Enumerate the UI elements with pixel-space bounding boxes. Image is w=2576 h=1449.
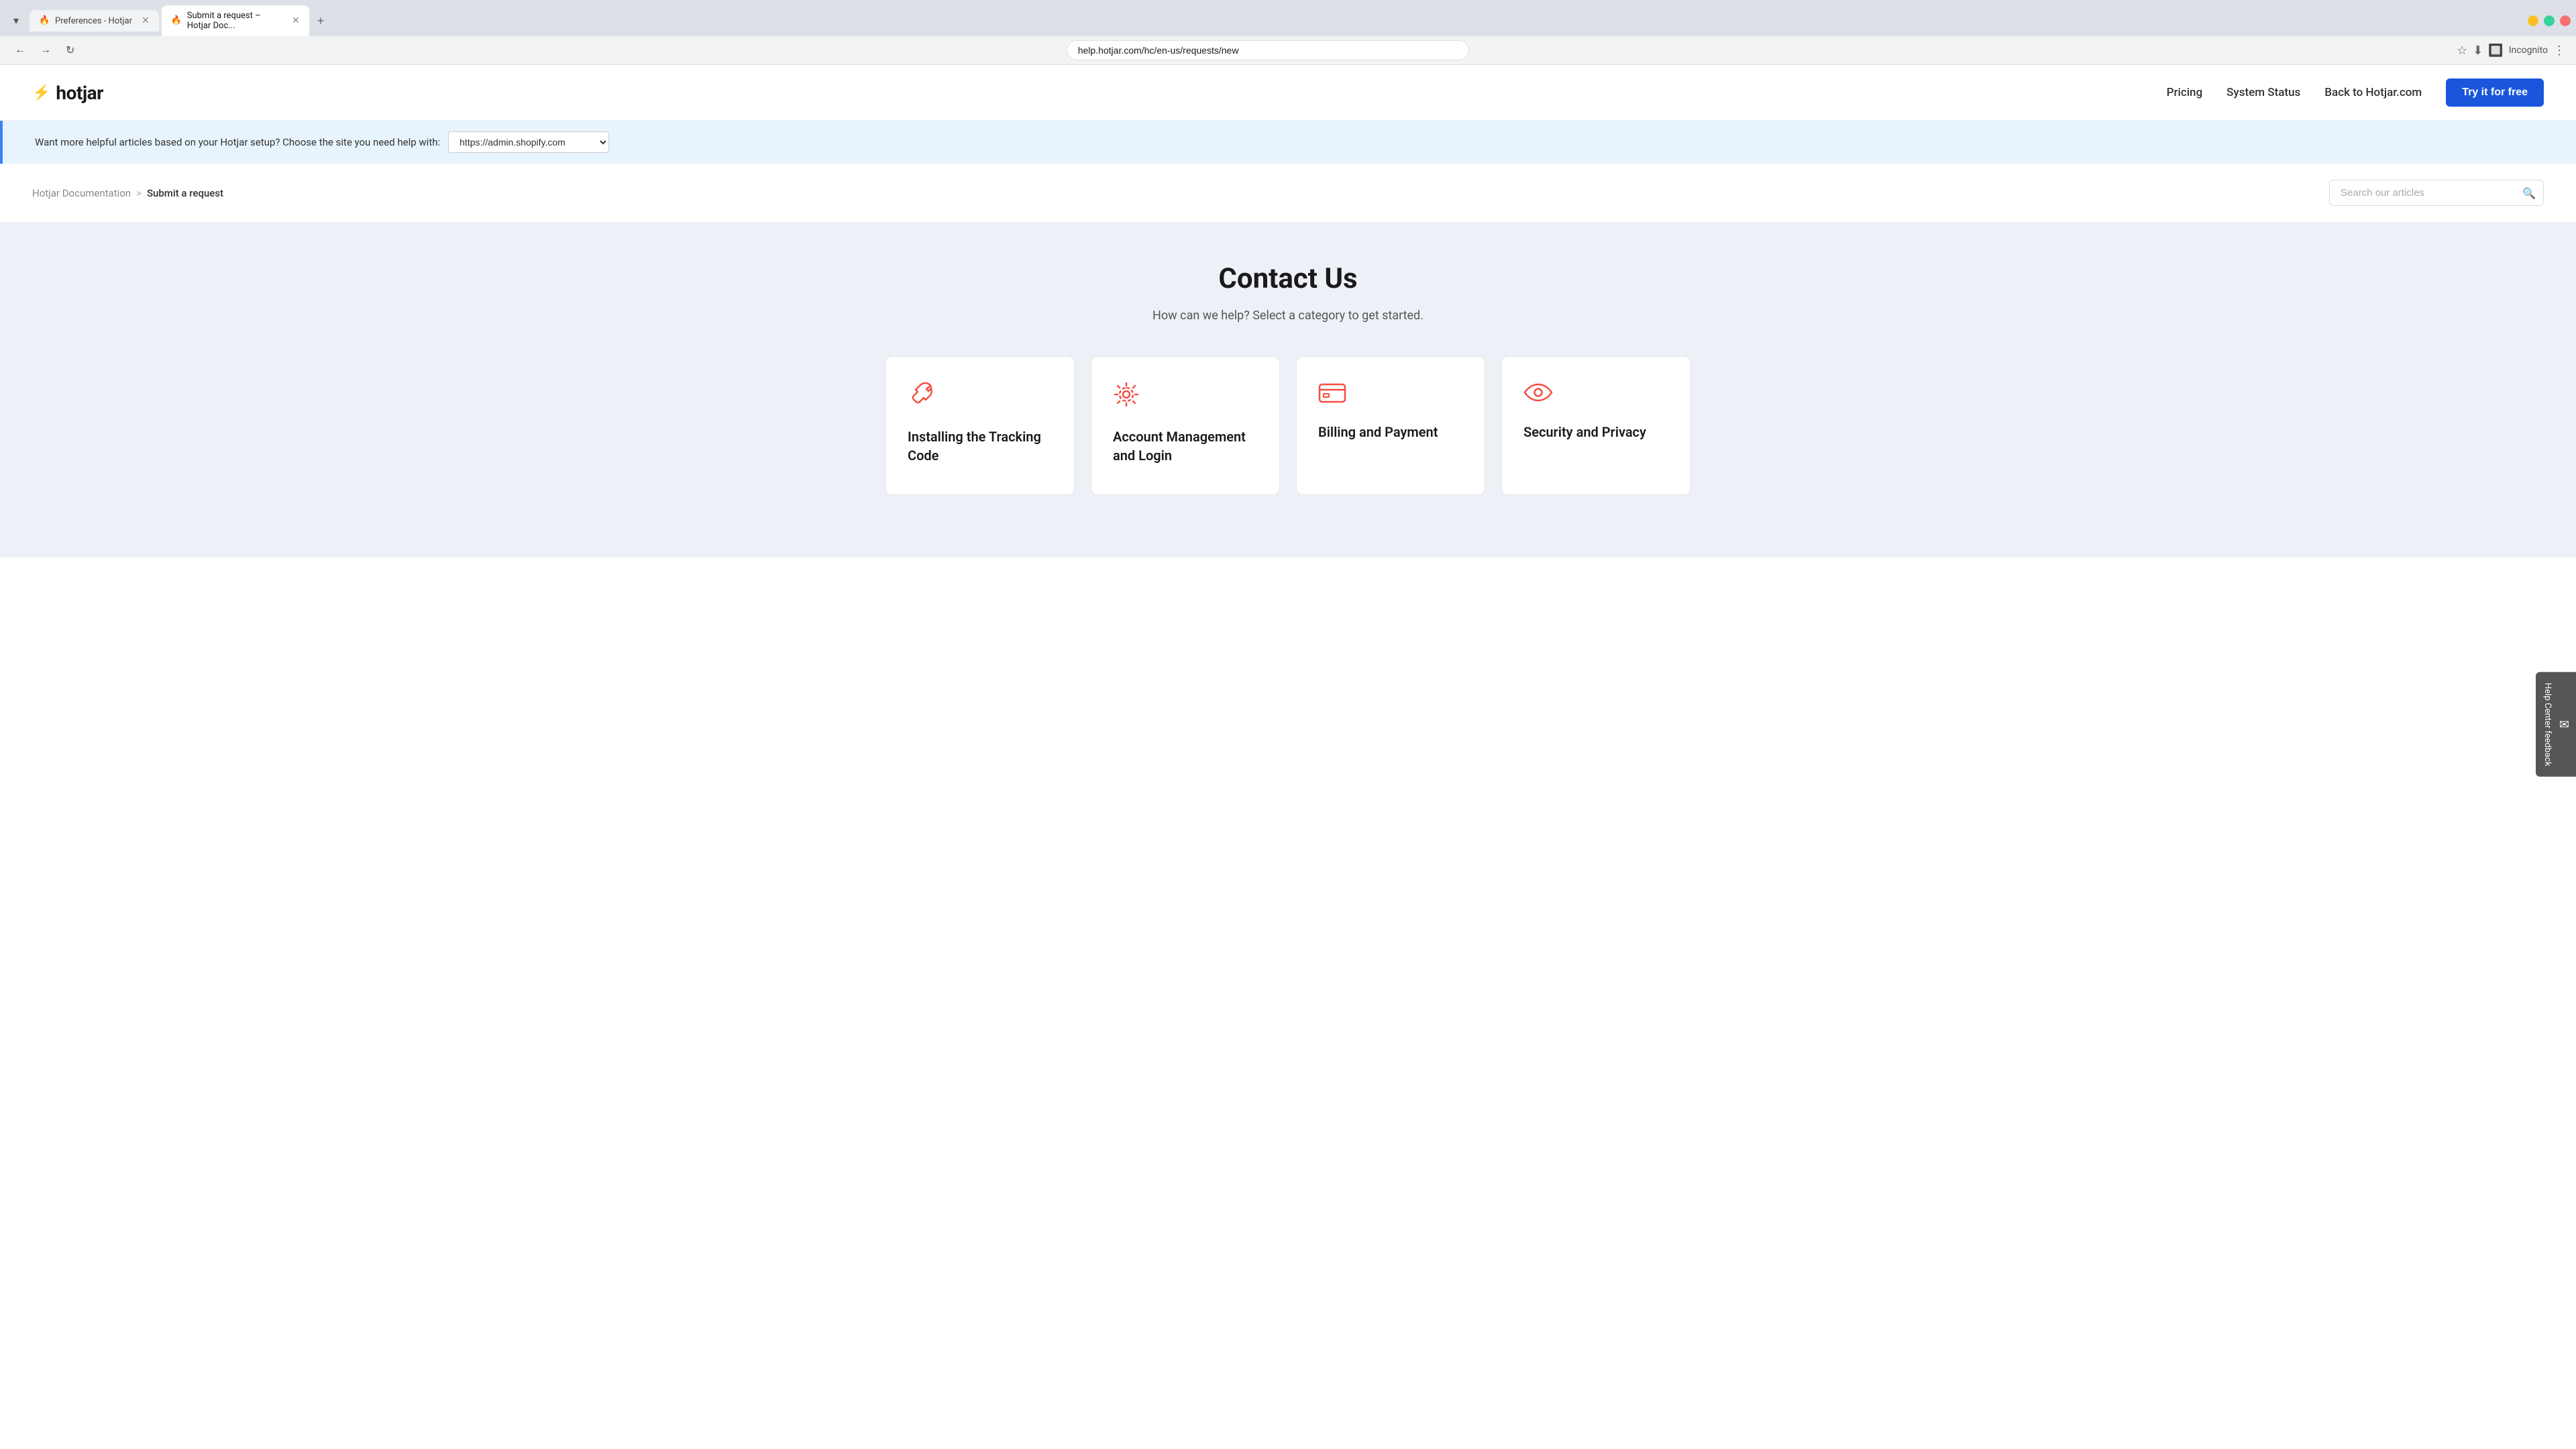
tab-title-2: Submit a request – Hotjar Doc... bbox=[187, 11, 282, 31]
tab-submit-request[interactable]: 🔥 Submit a request – Hotjar Doc... ✕ bbox=[162, 5, 309, 36]
breadcrumb-bar: Hotjar Documentation > Submit a request … bbox=[0, 164, 2576, 222]
search-box: 🔍 bbox=[2329, 180, 2544, 206]
nav-links: Pricing System Status Back to Hotjar.com… bbox=[2167, 78, 2544, 107]
window-controls bbox=[2528, 15, 2571, 26]
card-label-tracking-code: Installing the Tracking Code bbox=[908, 427, 1053, 465]
extensions-icon[interactable]: 🔲 bbox=[2488, 44, 2503, 58]
card-account-management[interactable]: Account Management and Login bbox=[1091, 356, 1280, 495]
tab-bar-left: ▾ bbox=[5, 11, 27, 30]
new-tab-button[interactable]: + bbox=[312, 11, 330, 31]
feedback-sidebar[interactable]: ✉ Help Center feedback bbox=[2536, 672, 2576, 777]
nav-back-hotjar[interactable]: Back to Hotjar.com bbox=[2324, 86, 2422, 99]
card-label-billing-payment: Billing and Payment bbox=[1318, 423, 1463, 441]
address-bar: ← → ↻ ☆ ⬇ 🔲 Incognito ⋮ bbox=[0, 36, 2576, 64]
menu-icon[interactable]: ⋮ bbox=[2553, 44, 2565, 58]
minimize-button[interactable] bbox=[2528, 15, 2538, 26]
page-title: Contact Us bbox=[32, 262, 2544, 295]
logo-icon: ⚡ bbox=[32, 85, 50, 101]
page: ⚡ hotjar Pricing System Status Back to H… bbox=[0, 65, 2576, 1434]
nav-system-status[interactable]: System Status bbox=[2226, 86, 2300, 99]
browser-chrome: ▾ 🔥 Preferences - Hotjar ✕ 🔥 Submit a re… bbox=[0, 0, 2576, 65]
nav-pricing[interactable]: Pricing bbox=[2167, 86, 2203, 99]
page-subtitle: How can we help? Select a category to ge… bbox=[32, 309, 2544, 323]
card-payment-icon bbox=[1318, 381, 1463, 409]
tab-dropdown-btn[interactable]: ▾ bbox=[9, 11, 23, 30]
gear-icon bbox=[1113, 381, 1258, 414]
logo-text: hotjar bbox=[56, 82, 103, 104]
navbar: ⚡ hotjar Pricing System Status Back to H… bbox=[0, 65, 2576, 121]
tab-title-1: Preferences - Hotjar bbox=[55, 16, 132, 26]
category-cards-grid: Installing the Tracking Code Account Man… bbox=[885, 356, 1690, 495]
logo[interactable]: ⚡ hotjar bbox=[32, 82, 103, 104]
card-label-security-privacy: Security and Privacy bbox=[1523, 423, 1668, 441]
reload-button[interactable]: ↻ bbox=[62, 41, 78, 60]
address-actions: ☆ ⬇ 🔲 Incognito ⋮ bbox=[2457, 44, 2565, 58]
forward-button[interactable]: → bbox=[36, 42, 55, 59]
download-icon[interactable]: ⬇ bbox=[2473, 44, 2483, 58]
feedback-icon: ✉ bbox=[2559, 717, 2569, 731]
close-button[interactable] bbox=[2560, 15, 2571, 26]
feedback-label: Help Center feedback bbox=[2542, 683, 2553, 766]
breadcrumb-current: Submit a request bbox=[147, 187, 223, 199]
main-content: Contact Us How can we help? Select a cat… bbox=[0, 222, 2576, 557]
card-tracking-code[interactable]: Installing the Tracking Code bbox=[885, 356, 1075, 495]
search-input[interactable] bbox=[2329, 180, 2544, 206]
tab-bar: ▾ 🔥 Preferences - Hotjar ✕ 🔥 Submit a re… bbox=[0, 0, 2576, 36]
tab-close-2[interactable]: ✕ bbox=[292, 15, 300, 26]
bookmark-icon[interactable]: ☆ bbox=[2457, 44, 2467, 58]
incognito-label: Incognito bbox=[2509, 45, 2548, 56]
card-label-account-management: Account Management and Login bbox=[1113, 427, 1258, 465]
breadcrumb-separator: > bbox=[136, 187, 142, 199]
tab-close-1[interactable]: ✕ bbox=[142, 15, 150, 26]
breadcrumb-parent[interactable]: Hotjar Documentation bbox=[32, 187, 131, 199]
tab-bar-inner: 🔥 Preferences - Hotjar ✕ 🔥 Submit a requ… bbox=[30, 5, 2525, 36]
maximize-button[interactable] bbox=[2544, 15, 2555, 26]
eye-icon bbox=[1523, 381, 1668, 409]
back-button[interactable]: ← bbox=[11, 42, 30, 59]
breadcrumb: Hotjar Documentation > Submit a request bbox=[32, 187, 223, 199]
tab-preferences[interactable]: 🔥 Preferences - Hotjar ✕ bbox=[30, 10, 159, 32]
card-security-privacy[interactable]: Security and Privacy bbox=[1501, 356, 1690, 495]
banner-text: Want more helpful articles based on your… bbox=[35, 136, 440, 148]
wrench-icon bbox=[908, 381, 1053, 414]
try-free-button[interactable]: Try it for free bbox=[2446, 78, 2544, 107]
address-input[interactable] bbox=[1067, 40, 1469, 60]
site-help-banner: Want more helpful articles based on your… bbox=[0, 121, 2576, 164]
card-billing-payment[interactable]: Billing and Payment bbox=[1296, 356, 1485, 495]
tab-favicon-2: 🔥 bbox=[171, 15, 182, 26]
tab-favicon-1: 🔥 bbox=[39, 15, 50, 26]
search-icon: 🔍 bbox=[2522, 186, 2536, 199]
site-selector[interactable]: https://admin.shopify.com bbox=[448, 131, 609, 153]
